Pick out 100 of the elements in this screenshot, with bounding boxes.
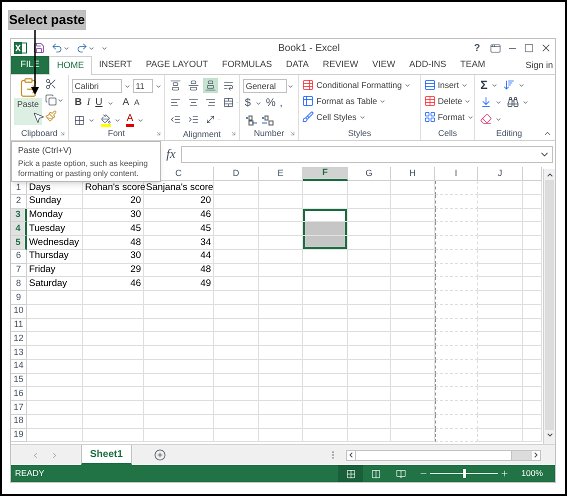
row-header[interactable]: 9 [11,291,27,305]
paste-button[interactable]: Paste [14,98,42,125]
undo-icon[interactable] [51,42,63,54]
format-painter-icon[interactable] [45,110,57,122]
ribbon-tab[interactable]: ADD-INS [402,56,454,74]
grow-font-button[interactable]: A [122,98,130,108]
insert-cells-icon[interactable] [424,79,436,91]
underline-button[interactable]: U [95,98,102,108]
scroll-up-icon[interactable] [546,171,554,179]
zoom-level[interactable]: 100% [509,467,555,480]
vertical-scrollbar[interactable] [543,169,555,444]
delete-button[interactable]: Delete [438,94,462,108]
close-icon[interactable] [540,42,552,54]
row-header[interactable]: 16 [11,387,27,401]
caret-icon[interactable] [137,116,144,124]
collapse-ribbon-icon[interactable] [542,129,552,138]
ribbon-tab[interactable]: PAGE LAYOUT [138,56,216,74]
formula-input[interactable] [181,146,553,162]
row-header[interactable]: 4 [11,222,27,236]
copy-icon[interactable] [45,94,57,106]
row-header[interactable]: 8 [11,277,27,291]
redo-icon[interactable] [76,42,88,54]
page-break-view-icon[interactable] [396,468,406,478]
caret-icon[interactable] [57,96,64,104]
find-icon[interactable] [507,96,520,108]
column-header[interactable]: J [478,167,523,181]
ribbon-tab[interactable]: FORMULAS [215,56,280,74]
dialog-launcher-icon[interactable] [155,130,162,137]
caret-icon[interactable] [466,114,474,120]
caret-icon[interactable] [518,82,525,88]
scrollbar-thumb[interactable] [355,450,512,460]
increase-decimal-icon[interactable] [244,114,258,126]
caret-icon[interactable] [107,100,114,106]
caret-icon[interactable] [404,82,411,88]
caret-icon[interactable] [254,100,262,106]
help-button[interactable]: ? [470,40,484,56]
table-format-icon[interactable] [302,95,314,107]
caret-icon[interactable] [460,82,468,88]
ribbon-tab[interactable]: VIEW [365,56,402,74]
caret-icon[interactable] [286,82,294,90]
scroll-right-icon[interactable] [532,451,540,459]
row-header[interactable]: 11 [11,318,27,332]
format-button[interactable]: Format [438,110,465,124]
currency-button[interactable]: $ [244,98,251,108]
row-header[interactable]: 10 [11,304,27,318]
row-header[interactable]: 17 [11,401,27,415]
zoom-in-icon[interactable] [500,469,510,478]
conditional-formatting-button[interactable]: Conditional Formatting [316,78,402,92]
caret-icon[interactable] [154,82,162,90]
caret-icon[interactable] [490,82,498,88]
format-cells-icon[interactable] [424,111,436,123]
row-header[interactable]: 2 [11,194,27,208]
row-header[interactable]: 1 [11,181,27,195]
maximize-icon[interactable] [524,43,534,53]
row-header[interactable]: 6 [11,250,27,264]
cut-icon[interactable] [45,78,57,90]
row-header[interactable]: 5 [11,236,27,250]
conditional-formatting-icon[interactable] [302,79,314,91]
ribbon-tab[interactable]: REVIEW [316,56,366,74]
caret-icon[interactable] [114,116,121,124]
row-header[interactable]: 19 [11,428,27,442]
new-sheet-icon[interactable] [154,449,166,461]
ribbon-tab[interactable]: INSERT [92,56,139,74]
row-header[interactable]: 15 [11,374,27,388]
row-header[interactable]: 13 [11,346,27,360]
row-header[interactable]: 7 [11,264,27,278]
insert-function-button[interactable]: fx [161,144,181,164]
zoom-slider[interactable] [430,469,498,478]
italic-button[interactable]: I [86,98,90,108]
caret-icon[interactable] [124,82,131,90]
page-layout-view-icon[interactable] [370,468,381,478]
caret-icon[interactable] [379,98,386,104]
fill-color-icon[interactable] [100,114,111,126]
percent-button[interactable]: % [266,98,276,108]
clear-icon[interactable] [480,113,492,125]
column-header[interactable]: H [391,167,435,181]
column-header[interactable]: G [348,167,391,181]
number-format-field[interactable]: General [242,79,287,93]
delete-cells-icon[interactable] [424,95,436,107]
row-header[interactable]: 3 [11,208,27,222]
caret-icon[interactable] [88,116,95,124]
comma-button[interactable]: , [280,98,283,108]
caret-icon[interactable] [63,44,70,52]
scrollbar-thumb[interactable] [545,180,554,430]
column-header[interactable]: F [303,167,348,181]
caret-icon[interactable] [464,98,472,104]
cell-styles-button[interactable]: Cell Styles [316,110,357,124]
cell-styles-icon[interactable] [302,111,314,123]
scroll-left-icon[interactable] [347,451,355,459]
insert-button[interactable]: Insert [438,78,459,92]
font-name-field[interactable]: Calibri [72,79,122,93]
font-color-button[interactable]: A [126,113,134,127]
row-header[interactable]: 14 [11,360,27,374]
horizontal-scrollbar[interactable] [346,450,541,460]
ribbon-tab[interactable]: TEAM [453,56,492,74]
normal-view-icon[interactable] [346,468,356,478]
decrease-decimal-icon[interactable] [260,114,274,126]
zoom-slider-thumb[interactable] [462,469,466,478]
caret-icon[interactable] [495,116,502,122]
fill-icon[interactable] [480,96,492,108]
